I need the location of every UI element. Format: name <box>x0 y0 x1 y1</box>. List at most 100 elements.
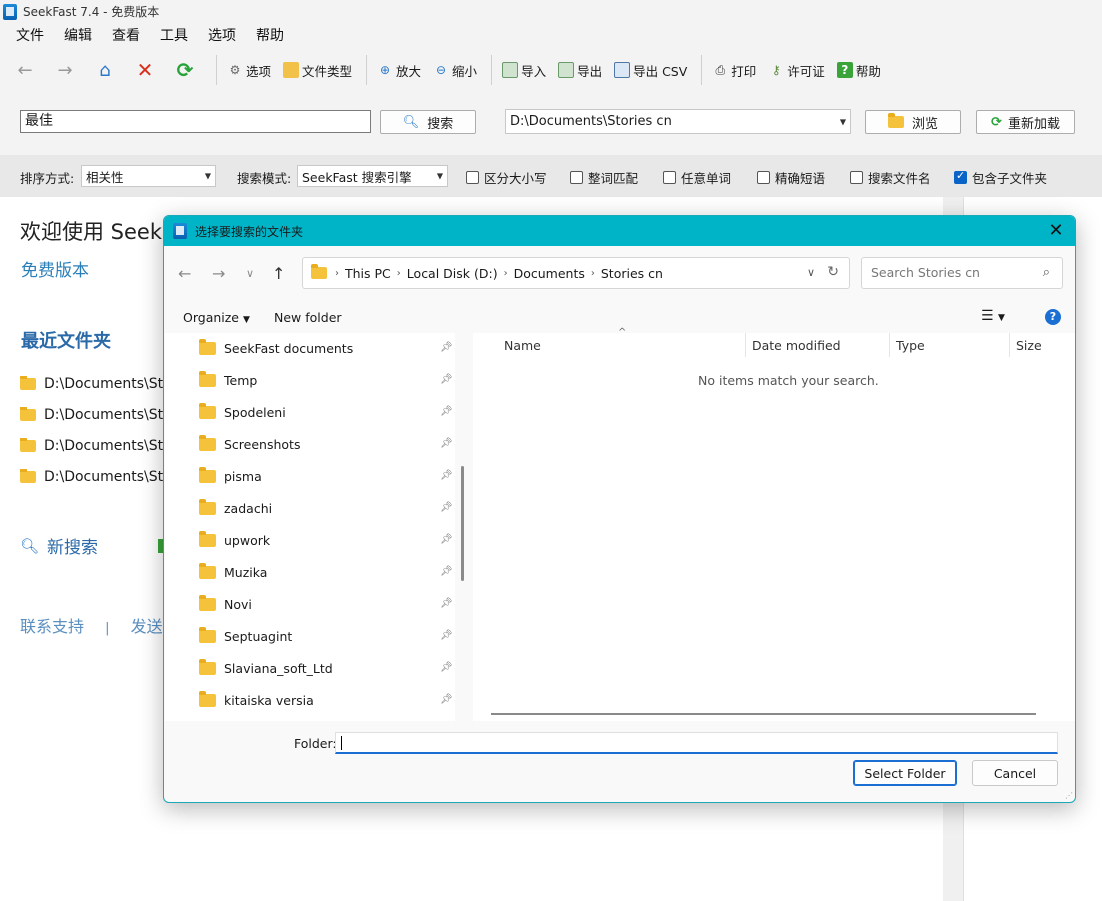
pin-icon[interactable]: 📌︎ <box>440 534 453 545</box>
breadcrumb-local-disk[interactable]: Local Disk (D:) <box>407 266 498 281</box>
nav-folder-item[interactable]: Muzika <box>199 563 267 580</box>
nav-folder-item[interactable]: SeekFast documents <box>199 339 353 356</box>
menu-help[interactable]: 帮助 <box>256 25 284 45</box>
zoom-in-button[interactable]: ⊕ 放大 <box>373 57 425 83</box>
forward-arrow-icon[interactable]: → <box>212 264 225 283</box>
menu-tools[interactable]: 工具 <box>160 25 188 45</box>
nav-folder-item[interactable]: zadachi <box>199 499 272 516</box>
nav-folder-item[interactable]: pisma <box>199 467 262 484</box>
new-search-link[interactable]: 🔍︎ 新搜索 <box>20 533 165 558</box>
checkbox-box <box>757 171 770 184</box>
stop-icon[interactable]: ✕ <box>130 55 160 85</box>
column-divider[interactable] <box>889 333 890 357</box>
home-icon[interactable]: ⌂ <box>90 55 120 85</box>
any-word-checkbox[interactable]: 任意单词 <box>663 168 731 187</box>
address-bar[interactable]: › This PC › Local Disk (D:) › Documents … <box>302 257 850 289</box>
pin-icon[interactable]: 📌︎ <box>440 598 453 609</box>
resize-grip-icon[interactable]: ⋰ <box>1065 791 1073 800</box>
pin-icon[interactable]: 📌︎ <box>440 438 453 449</box>
recent-folder-item[interactable]: D:\Documents\Stories cn <box>20 407 163 423</box>
up-arrow-icon[interactable]: ↑ <box>272 264 285 283</box>
nav-folder-item[interactable]: upwork <box>199 531 270 548</box>
browse-button[interactable]: 浏览 <box>865 110 961 134</box>
column-size[interactable]: Size <box>1016 338 1042 353</box>
menu-edit[interactable]: 编辑 <box>64 25 92 45</box>
whole-word-checkbox[interactable]: 整词匹配 <box>570 168 638 187</box>
import-button[interactable]: 导入 <box>498 57 550 83</box>
pin-icon[interactable]: 📌︎ <box>440 406 453 417</box>
horizontal-scrollbar[interactable] <box>491 713 1036 715</box>
column-date-modified[interactable]: Date modified <box>752 338 841 353</box>
pin-icon[interactable]: 📌︎ <box>440 662 453 673</box>
dialog-title-bar: 选择要搜索的文件夹 ✕ <box>164 216 1075 246</box>
breadcrumb-stories-cn[interactable]: Stories cn <box>601 266 663 281</box>
folder-name-input[interactable] <box>335 732 1058 754</box>
nav-folder-item[interactable]: Temp <box>199 371 257 388</box>
help-button[interactable]: ? 帮助 <box>833 57 885 83</box>
new-folder-button[interactable]: New folder <box>274 310 342 325</box>
search-input[interactable]: 最佳 <box>20 110 371 133</box>
recent-folder-item[interactable]: D:\Documents\Stories cn <box>20 469 163 485</box>
options-button[interactable]: ⚙ 选项 <box>223 57 275 83</box>
pin-icon[interactable]: 📌︎ <box>440 694 453 705</box>
breadcrumb-documents[interactable]: Documents <box>514 266 585 281</box>
pin-icon[interactable]: 📌︎ <box>440 342 453 353</box>
license-button[interactable]: ⚷ 许可证 <box>764 57 829 83</box>
zoom-out-button[interactable]: ⊖ 缩小 <box>429 57 481 83</box>
nav-folder-item[interactable]: Screenshots <box>199 435 300 452</box>
close-icon[interactable]: ✕ <box>1045 220 1067 242</box>
cancel-button[interactable]: Cancel <box>972 760 1058 786</box>
help-icon[interactable]: ? <box>1045 309 1061 325</box>
nav-folder-item[interactable]: Septuagint <box>199 627 292 644</box>
dialog-search-input[interactable]: Search Stories cn ⌕ <box>861 257 1063 289</box>
print-button[interactable]: ⎙ 打印 <box>708 57 760 83</box>
contact-support-link[interactable]: 联系支持 <box>20 617 84 636</box>
exact-phrase-checkbox[interactable]: 精确短语 <box>757 168 825 187</box>
column-name[interactable]: Name <box>504 338 541 353</box>
refresh-icon[interactable]: ⟳ <box>170 55 200 85</box>
nav-scrollbar[interactable] <box>461 466 464 581</box>
refresh-icon[interactable]: ↻ <box>827 264 839 280</box>
pin-icon[interactable]: 📌︎ <box>440 470 453 481</box>
sort-combo[interactable]: 相关性 ▼ <box>81 165 216 187</box>
select-folder-button[interactable]: Select Folder <box>853 760 957 786</box>
nav-folder-item[interactable]: Spodeleni <box>199 403 286 420</box>
search-button[interactable]: 🔍︎ 搜索 <box>380 110 476 134</box>
menu-file[interactable]: 文件 <box>16 25 44 45</box>
nav-folder-item[interactable]: kitaiska versia <box>199 691 314 708</box>
file-types-button[interactable]: 文件类型 <box>279 57 356 83</box>
organize-button[interactable]: Organize ▼ <box>183 310 250 325</box>
case-sensitive-checkbox[interactable]: 区分大小写 <box>466 168 547 187</box>
column-type[interactable]: Type <box>896 338 925 353</box>
breadcrumb-this-pc[interactable]: This PC <box>345 266 391 281</box>
pin-icon[interactable]: 📌︎ <box>440 374 453 385</box>
reload-button[interactable]: ⟳ 重新加载 <box>976 110 1075 134</box>
menu-options[interactable]: 选项 <box>208 25 236 45</box>
include-subfolders-checkbox[interactable]: 包含子文件夹 <box>954 168 1047 187</box>
recent-locations-chevron-icon[interactable]: ∨ <box>246 267 254 280</box>
back-arrow-icon[interactable]: ← <box>178 264 191 283</box>
back-arrow-icon[interactable]: ← <box>10 55 40 85</box>
menu-view[interactable]: 查看 <box>112 25 140 45</box>
column-divider[interactable] <box>745 333 746 357</box>
export-button[interactable]: 导出 <box>554 57 606 83</box>
column-divider[interactable] <box>1009 333 1010 357</box>
export-csv-button[interactable]: 导出 CSV <box>610 57 691 83</box>
recent-folder-item[interactable]: D:\Documents\Stories cn <box>20 438 163 454</box>
folder-combo[interactable]: D:\Documents\Stories cn ▼ <box>505 109 851 134</box>
search-filename-checkbox[interactable]: 搜索文件名 <box>850 168 931 187</box>
nav-folder-item[interactable]: Novi <box>199 595 252 612</box>
free-version-link[interactable]: 免费版本 <box>21 256 89 281</box>
view-options-button[interactable]: ☰ ▼ <box>981 308 1005 324</box>
app-icon <box>3 3 17 20</box>
pin-icon[interactable]: 📌︎ <box>440 630 453 641</box>
nav-folder-item[interactable]: Slaviana_soft_Ltd <box>199 659 333 676</box>
search-mode-combo[interactable]: SeekFast 搜索引擎 ▼ <box>297 165 448 187</box>
forward-arrow-icon[interactable]: → <box>50 55 80 85</box>
pin-icon[interactable]: 📌︎ <box>440 566 453 577</box>
chevron-right-icon: › <box>503 267 508 279</box>
feedback-link[interactable]: 发送反馈 <box>131 617 163 636</box>
pin-icon[interactable]: 📌︎ <box>440 502 453 513</box>
chevron-down-icon[interactable]: ∨ <box>807 266 815 279</box>
recent-folder-item[interactable]: D:\Documents\Stories cn <box>20 376 163 392</box>
